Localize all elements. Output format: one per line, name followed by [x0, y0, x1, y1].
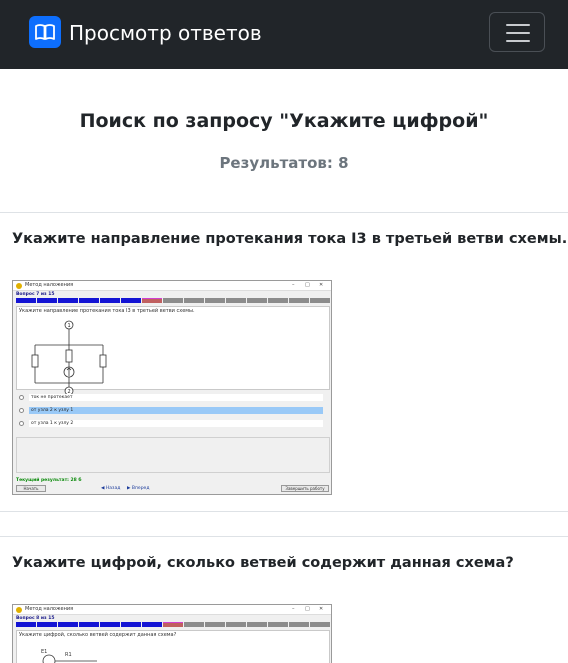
window-titlebar: Метод наложения – □ ✕ — [13, 605, 331, 615]
answer-option-selected[interactable]: от узла 2 к узлу 1 — [19, 407, 323, 414]
question-pane: Укажите направление протекания тока I3 в… — [16, 306, 330, 396]
answer-options: ток не протекает от узла 2 к узлу 1 от у… — [16, 394, 326, 434]
svg-text:1: 1 — [68, 323, 71, 329]
circuit-label: E1 — [41, 649, 48, 655]
question-pane: Укажите цифрой, сколько ветвей содержит … — [16, 630, 330, 663]
answer-option-label: от узла 2 к узлу 1 — [29, 407, 323, 414]
results-count: Результатов: 8 — [219, 154, 349, 172]
status-text: Текущий результат: 28 б — [16, 478, 82, 483]
submit-button[interactable]: Завершить работу — [281, 485, 329, 492]
forward-button[interactable]: ▶ Вперед — [127, 486, 149, 491]
radio-icon[interactable] — [19, 421, 24, 426]
hamburger-line — [506, 32, 530, 34]
question-text[interactable]: Укажите направление протекания тока I3 в… — [12, 231, 567, 247]
hamburger-line — [506, 40, 530, 42]
minimize-icon: – — [292, 282, 295, 288]
close-icon: ✕ — [319, 282, 324, 288]
circuit-diagram — [42, 654, 97, 663]
maximize-icon: □ — [305, 282, 310, 288]
question-text[interactable]: Укажите цифрой, сколько ветвей содержит … — [12, 555, 514, 571]
window-title: Метод наложения — [25, 282, 74, 288]
hamburger-menu-icon — [506, 24, 530, 26]
progress-bar — [16, 622, 330, 627]
answer-option[interactable]: ток не протекает — [19, 394, 323, 401]
question-prompt: Укажите направление протекания тока I3 в… — [19, 308, 195, 314]
radio-icon[interactable] — [19, 408, 24, 413]
maximize-icon: □ — [305, 606, 310, 612]
back-label: Назад — [105, 486, 121, 491]
answer-option-label: ток не протекает — [29, 394, 323, 401]
top-navbar: Просмотр ответов — [0, 0, 568, 69]
progress-bar — [16, 298, 330, 303]
answer-option-label: от узла 1 к узлу 2 — [29, 420, 323, 427]
question-counter: Вопрос 8 из 15 — [16, 616, 55, 621]
circuit-label: R1 — [65, 652, 72, 658]
back-button[interactable]: ◀ Назад — [101, 486, 120, 491]
brand-title[interactable]: Просмотр ответов — [69, 20, 262, 46]
question-counter: Вопрос 7 из 15 — [16, 292, 55, 297]
answer-option[interactable]: от узла 1 к узлу 2 — [19, 420, 323, 427]
app-icon — [16, 607, 22, 613]
window-title: Метод наложения — [25, 606, 74, 612]
page-title: Поиск по запросу "Укажите цифрой" — [79, 110, 489, 132]
start-button[interactable]: Начать — [16, 485, 46, 492]
answers-area — [16, 437, 330, 473]
book-icon[interactable] — [29, 16, 61, 48]
window-titlebar: Метод наложения – □ ✕ — [13, 281, 331, 291]
menu-toggle-button[interactable] — [489, 12, 545, 52]
divider — [0, 511, 568, 512]
minimize-icon: – — [292, 606, 295, 612]
app-icon — [16, 283, 22, 289]
radio-icon[interactable] — [19, 395, 24, 400]
forward-label: Вперед — [131, 486, 150, 491]
question-prompt: Укажите цифрой, сколько ветвей содержит … — [19, 632, 177, 638]
question-screenshot[interactable]: Метод наложения – □ ✕ Вопрос 8 из 15 Ука… — [12, 604, 332, 663]
close-icon: ✕ — [319, 606, 324, 612]
question-screenshot[interactable]: Метод наложения – □ ✕ Вопрос 7 из 15 Ука… — [12, 280, 332, 495]
circuit-diagram: 1 2 — [31, 320, 107, 396]
divider — [0, 212, 568, 213]
divider — [0, 536, 568, 537]
